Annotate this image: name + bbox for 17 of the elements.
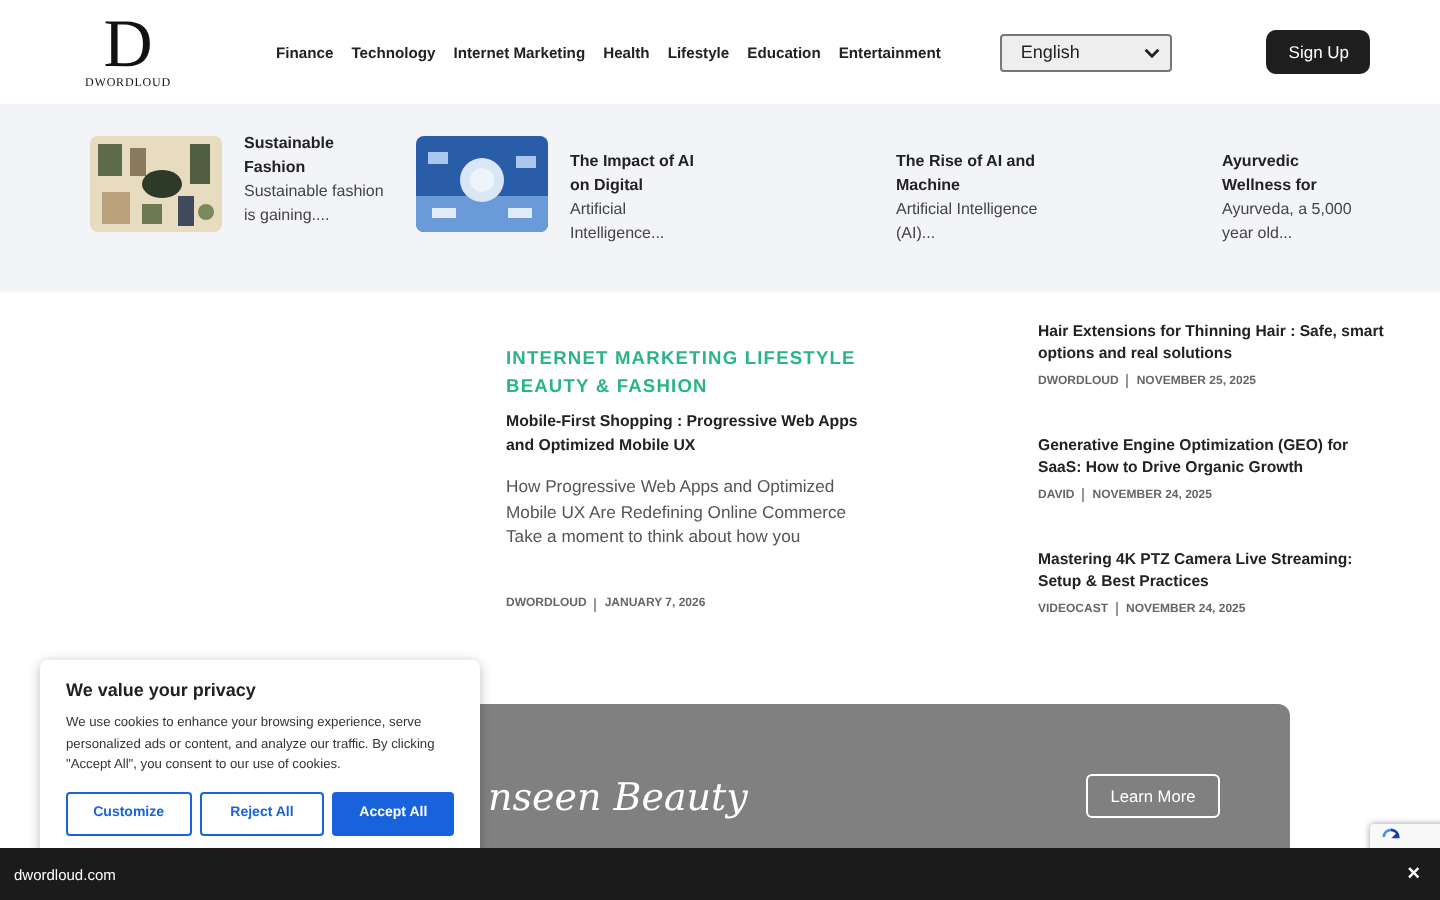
article-excerpt: Artificial Intelligence... bbox=[570, 198, 667, 246]
article-excerpt: Ayurveda, a 5,000 year old... bbox=[1222, 198, 1354, 246]
logo-letter: D bbox=[103, 12, 153, 78]
language-select[interactable]: English bbox=[1000, 33, 1173, 71]
dialog-title: We value your privacy bbox=[66, 680, 258, 700]
banner-heading: nseen Beauty bbox=[488, 774, 748, 822]
article-excerpt: Artificial Intelligence (AI)... bbox=[896, 198, 1040, 246]
article-title[interactable]: Ayurvedic Wellness for bbox=[1222, 150, 1366, 198]
close-button[interactable]: × bbox=[1407, 862, 1420, 886]
article-excerpt: How Progressive Web Apps and Optimized Mobile UX Are Redefining Online Commerce Take a moment to think about how you bbox=[506, 474, 849, 549]
sign-up-button[interactable]: Sign Up bbox=[1266, 30, 1371, 74]
article-title[interactable]: Sustainable Fashion bbox=[244, 132, 388, 180]
article-title[interactable]: The Rise of AI and Machine bbox=[896, 150, 1040, 198]
chevron-icon bbox=[1144, 47, 1161, 57]
article-excerpt: Sustainable fashion is gaining.... bbox=[244, 180, 386, 228]
article-title[interactable]: The Impact of AI on Digital bbox=[570, 150, 714, 198]
learn-more-button[interactable]: Learn More bbox=[1086, 774, 1220, 818]
